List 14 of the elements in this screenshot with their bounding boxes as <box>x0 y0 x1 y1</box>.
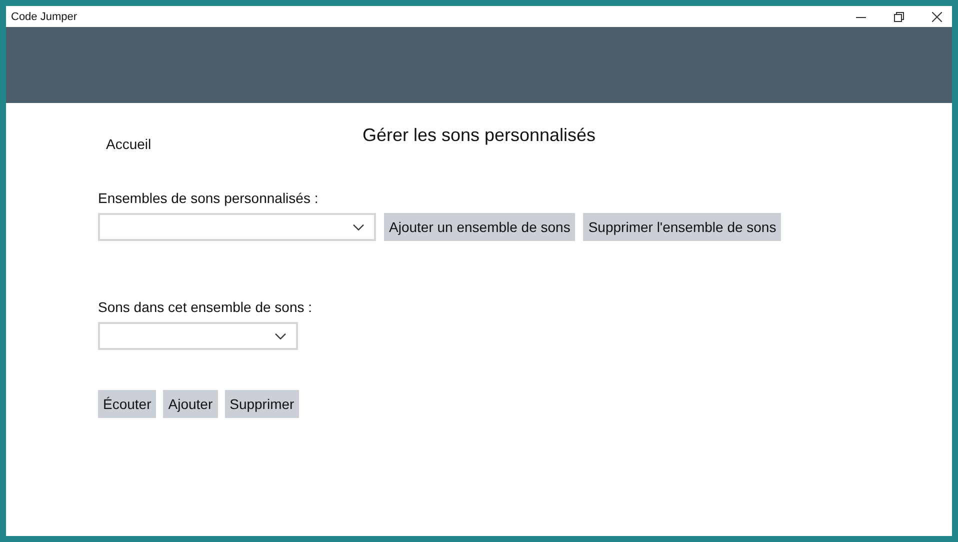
page-title: Gérer les sons personnalisés <box>362 125 596 146</box>
chevron-icon <box>275 332 286 340</box>
field-label: Ensembles de sons personnalisés : <box>98 190 320 206</box>
action-button[interactable]: Ajouter <box>163 390 218 418</box>
restore-icon[interactable] <box>894 12 904 22</box>
home-link[interactable]: Accueil <box>106 136 152 152</box>
close-icon[interactable] <box>932 12 942 22</box>
action-button[interactable]: Écouter <box>98 390 156 418</box>
action-button[interactable]: Supprimer <box>224 390 300 418</box>
chevron-icon <box>353 224 364 230</box>
window-title: Code Jumper <box>11 10 78 22</box>
field-label: Sons dans cet ensemble de sons : <box>98 299 314 315</box>
action-button[interactable]: Ajouter un ensemble de sons <box>384 213 576 241</box>
action-button[interactable]: Supprimer l'ensemble de sons <box>583 213 782 241</box>
